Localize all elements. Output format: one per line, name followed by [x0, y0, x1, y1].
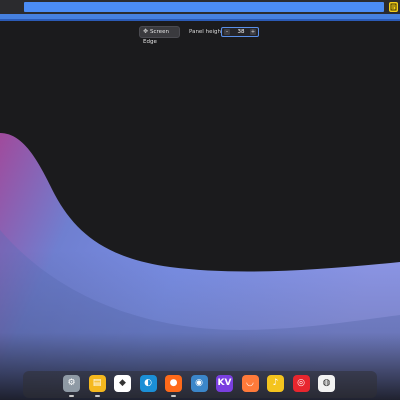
panel-height-label: Panel height:: [189, 29, 225, 35]
file-manager-glyph: ▤: [92, 378, 102, 388]
kv-app-icon[interactable]: KV: [216, 375, 233, 392]
running-indicator: [171, 395, 176, 397]
move-icon: ✥: [143, 28, 149, 35]
minus-icon[interactable]: –: [224, 29, 230, 35]
notes-icon[interactable]: [389, 2, 398, 12]
panel-edit-toolbar: ✥ Screen Edge Panel height: – 38 +: [0, 24, 400, 45]
inkscape-glyph: ◆: [119, 378, 126, 388]
panel-height-value[interactable]: 38: [235, 28, 247, 36]
dock: ⚙ ▤ ◆ ◐ ● ◉ KV ◡ ♪ ◎ ◍: [23, 371, 377, 398]
panel-height-spinbox[interactable]: – 38 +: [221, 27, 259, 37]
screen-edge-button[interactable]: ✥ Screen Edge: [139, 26, 180, 45]
panel-edit-highlight: [0, 14, 400, 21]
chrome-icon[interactable]: ◍: [318, 375, 335, 392]
panel-selection-bar[interactable]: [24, 2, 384, 12]
edge-browser-glyph: ◐: [144, 378, 152, 388]
shopping-bag-icon[interactable]: ◡: [241, 375, 259, 392]
running-indicator: [69, 395, 74, 397]
netease-music-glyph: ◎: [297, 378, 305, 388]
plus-icon[interactable]: +: [250, 29, 256, 35]
system-settings-icon[interactable]: ⚙: [63, 375, 80, 392]
system-settings-glyph: ⚙: [67, 378, 76, 388]
music-glyph: ♪: [272, 378, 279, 388]
firefox-icon[interactable]: ●: [165, 375, 182, 392]
netease-music-icon[interactable]: ◎: [292, 375, 310, 392]
music-icon[interactable]: ♪: [267, 375, 284, 392]
shopping-bag-glyph: ◡: [246, 378, 254, 388]
chrome-glyph: ◍: [322, 378, 331, 388]
running-indicator: [94, 395, 100, 397]
file-manager-icon[interactable]: ▤: [88, 375, 106, 392]
desktop-wallpaper: [0, 0, 400, 400]
firefox-glyph: ●: [169, 378, 178, 388]
edge-browser-icon[interactable]: ◐: [139, 375, 157, 392]
github-desktop-glyph: ◉: [195, 378, 203, 388]
inkscape-icon[interactable]: ◆: [114, 375, 131, 392]
github-desktop-icon[interactable]: ◉: [190, 375, 208, 392]
top-panel: [0, 0, 400, 14]
kv-app-glyph: KV: [217, 378, 232, 388]
